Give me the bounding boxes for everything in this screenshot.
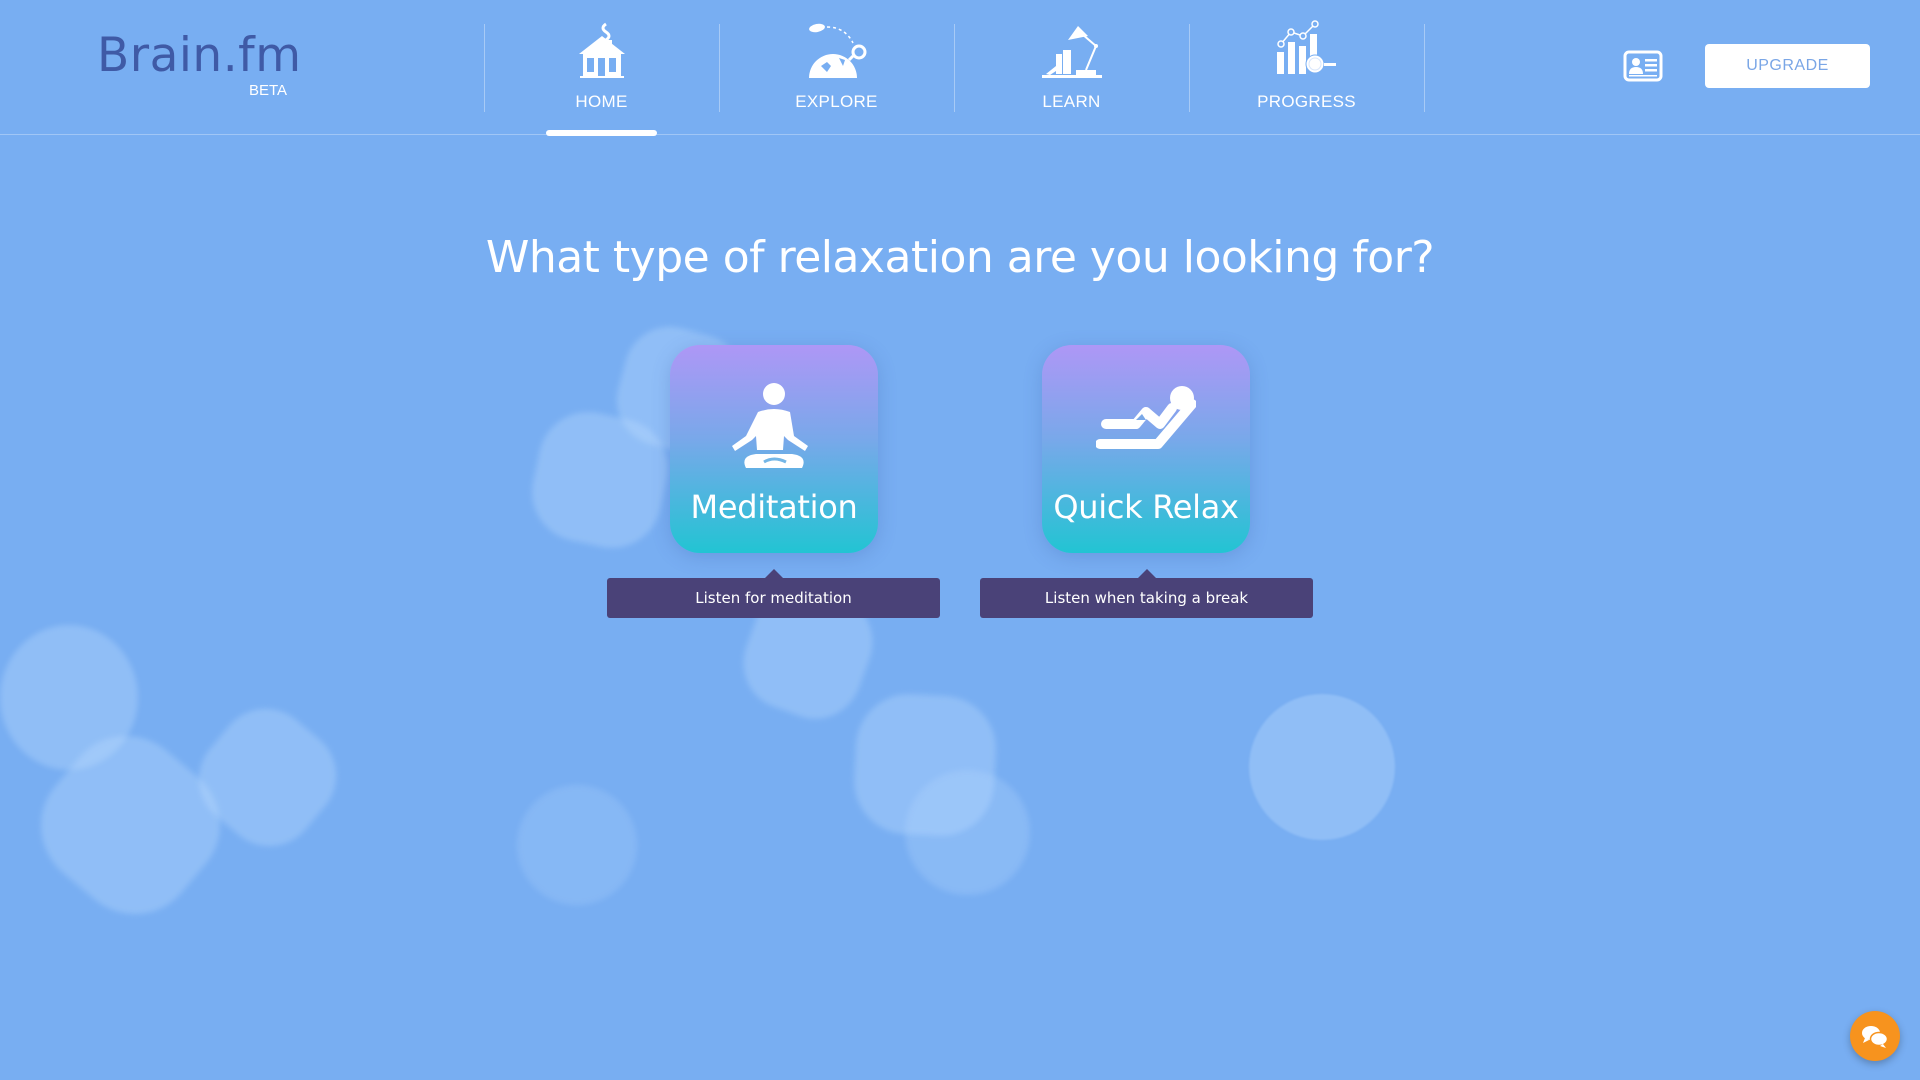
nav-tab-learn[interactable]: LEARN: [954, 0, 1189, 135]
brand-logo[interactable]: Brain.fm BETA: [97, 28, 302, 100]
bokeh-decoration: [517, 785, 637, 905]
bokeh-decoration: [905, 770, 1030, 895]
quick-relax-option-card[interactable]: Quick Relax: [1042, 345, 1250, 553]
nav-tab-explore[interactable]: EXPLORE: [719, 0, 954, 135]
nav-label-home: HOME: [575, 92, 628, 111]
beta-badge: BETA: [249, 82, 288, 99]
meditation-pose-icon: [732, 383, 808, 468]
bokeh-decoration: [15, 710, 246, 940]
meditation-label: Meditation: [690, 488, 858, 526]
chat-bubbles-icon: [1862, 1026, 1889, 1048]
chat-button[interactable]: [1850, 1011, 1900, 1061]
meditation-option-card[interactable]: Meditation: [670, 345, 878, 553]
bokeh-decoration: [179, 689, 356, 866]
bokeh-decoration: [0, 625, 138, 770]
nav-divider: [1424, 24, 1425, 112]
bokeh-decoration: [851, 691, 999, 839]
active-tab-indicator: [546, 130, 657, 136]
top-header: Brain.fm BETA HOME EXPLORE LEARN PROGRES…: [0, 0, 1920, 136]
quick-relax-tooltip: Listen when taking a break: [980, 569, 1313, 618]
main-nav: HOME EXPLORE LEARN PROGRESS: [484, 0, 1425, 136]
nav-label-progress: PROGRESS: [1257, 92, 1356, 111]
nav-label-explore: EXPLORE: [795, 92, 878, 111]
meditation-tooltip: Listen for meditation: [607, 569, 940, 618]
bokeh-decoration: [522, 402, 678, 558]
globe-rocket-icon: [808, 23, 866, 78]
desk-lamp-books-icon: [1041, 26, 1102, 78]
id-card-icon[interactable]: [1623, 50, 1663, 82]
nav-label-learn: LEARN: [1042, 92, 1101, 111]
page-headline: What type of relaxation are you looking …: [485, 232, 1435, 283]
upgrade-button[interactable]: UPGRADE: [1705, 44, 1870, 88]
nav-tab-home[interactable]: HOME: [484, 0, 719, 136]
house-icon: [578, 22, 625, 78]
chart-magnifier-icon: [1276, 20, 1336, 74]
reclining-person-icon: [1096, 386, 1196, 449]
nav-tab-progress[interactable]: PROGRESS: [1189, 0, 1424, 135]
bokeh-decoration: [1249, 694, 1395, 840]
logo-text: Brain.fm: [97, 28, 302, 83]
quick-relax-label: Quick Relax: [1053, 488, 1239, 526]
